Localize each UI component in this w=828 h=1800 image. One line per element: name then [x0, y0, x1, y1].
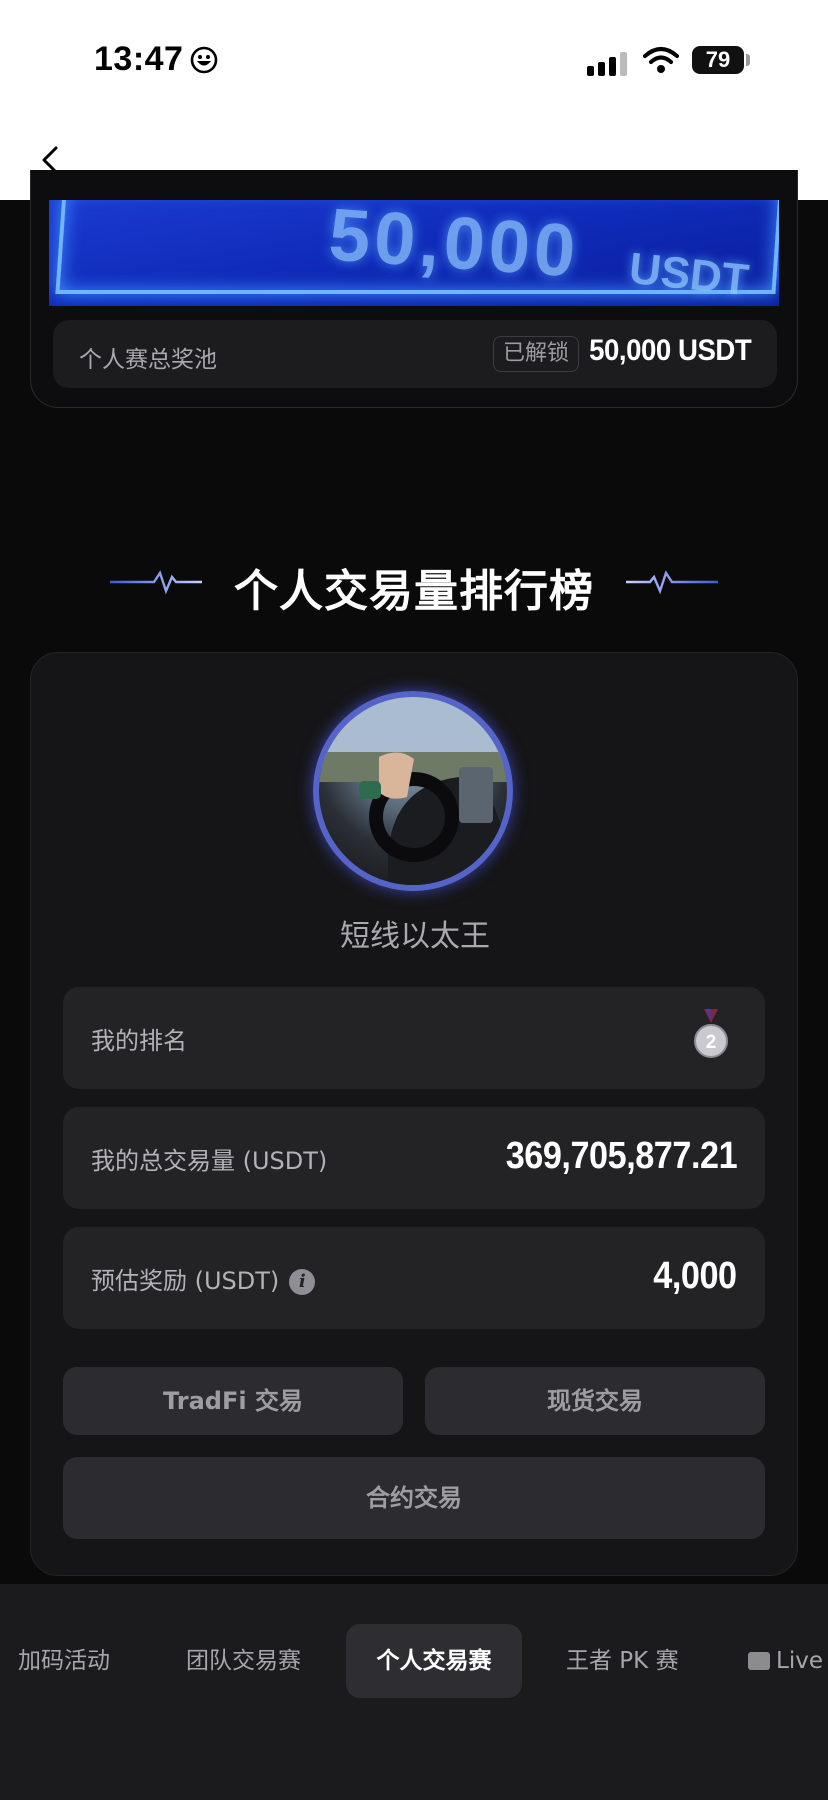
tab-live-label: Live — [776, 1648, 823, 1674]
tab-boost-events[interactable]: 加码活动 — [18, 1624, 110, 1698]
info-icon[interactable]: i — [289, 1269, 316, 1295]
tab-king-pk[interactable]: 王者 PK 赛 — [566, 1624, 679, 1698]
futures-trade-button[interactable]: 合约交易 — [63, 1457, 765, 1539]
silver-medal-icon: 2 — [694, 1009, 728, 1058]
bottom-tab-bar: 加码活动 团队交易赛 个人交易赛 王者 PK 赛 Live — [0, 1584, 828, 1800]
prize-pool-card: 50,000 USDT 个人赛总奖池 已解锁 50,000 USDT — [30, 170, 798, 408]
username: 短线以太王 — [340, 919, 490, 954]
volume-label: 我的总交易量 (USDT) — [91, 1147, 328, 1175]
tab-live[interactable]: Live — [748, 1624, 823, 1698]
pulse-line-icon — [626, 570, 718, 595]
prize-banner: 50,000 USDT — [49, 200, 779, 306]
battery-indicator: 79 — [692, 46, 744, 74]
rank-label: 我的排名 — [91, 1027, 187, 1055]
cellular-signal-icon — [587, 52, 627, 76]
avatar-photo — [319, 697, 507, 885]
reward-label: 预估奖励 (USDT) — [91, 1267, 280, 1295]
wifi-icon — [643, 47, 679, 73]
tradfi-trade-button[interactable]: TradFi 交易 — [63, 1367, 403, 1435]
reward-label-wrap: 预估奖励 (USDT) i — [91, 1261, 316, 1296]
my-rank-row: 我的排名 2 — [63, 987, 765, 1089]
smiley-icon — [190, 46, 218, 74]
total-volume-row: 我的总交易量 (USDT) 369,705,877.21 — [63, 1107, 765, 1209]
medal-rank-number: 2 — [706, 1032, 717, 1053]
reward-value: 4,000 — [653, 1255, 738, 1297]
avatar[interactable] — [313, 691, 513, 891]
status-time: 13:47 — [94, 40, 184, 78]
leaderboard-card: 短线以太王 我的排名 2 我的总交易量 (USDT) 369,705,877.2… — [30, 652, 798, 1576]
live-tv-icon — [748, 1652, 770, 1670]
status-bar: 13:47 79 — [0, 0, 828, 120]
pool-value: 50,000 USDT — [588, 334, 752, 367]
tab-individual-competition[interactable]: 个人交易赛 — [346, 1624, 522, 1698]
unlocked-badge: 已解锁 — [493, 336, 580, 372]
spot-trade-button[interactable]: 现货交易 — [425, 1367, 765, 1435]
volume-value: 369,705,877.21 — [505, 1135, 738, 1177]
tab-team-competition[interactable]: 团队交易赛 — [186, 1624, 301, 1698]
pool-label: 个人赛总奖池 — [79, 347, 217, 373]
estimated-reward-row: 预估奖励 (USDT) i 4,000 — [63, 1227, 765, 1329]
leaderboard-header: 个人交易量排行榜 — [0, 555, 828, 617]
battery-nub — [746, 54, 750, 66]
pool-row: 个人赛总奖池 已解锁 50,000 USDT — [53, 320, 777, 388]
